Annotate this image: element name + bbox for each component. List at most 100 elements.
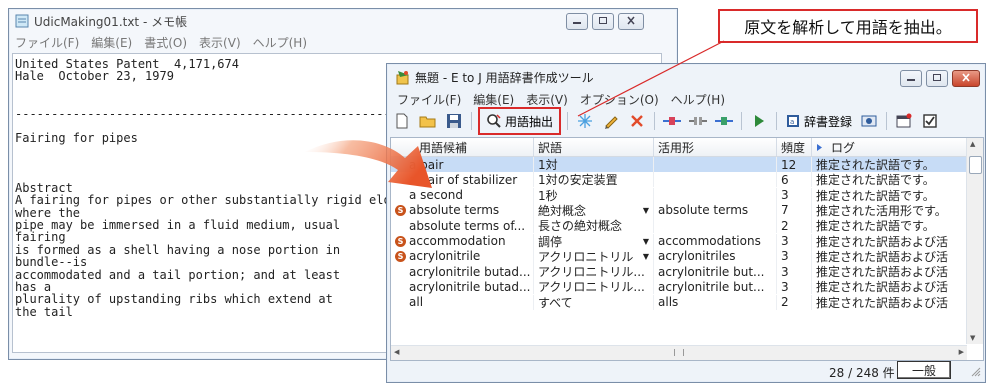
- table-row[interactable]: all すべて alls 2 推定された訳語および活: [391, 294, 983, 310]
- col-header-translation[interactable]: 訳語: [534, 138, 654, 156]
- cell-log[interactable]: 推定された訳語および活: [812, 279, 967, 295]
- maximize-button[interactable]: [592, 13, 614, 30]
- cell-frequency[interactable]: 7: [777, 202, 812, 218]
- app-menu-help[interactable]: ヘルプ(H): [665, 91, 731, 108]
- cell-conjugation[interactable]: [654, 218, 777, 234]
- table-row[interactable]: a second 1秒 3 推定された訳語です。: [391, 187, 983, 203]
- cell-log[interactable]: 推定された訳語および活: [812, 264, 967, 280]
- cell-term[interactable]: acrylonitrile butad...: [391, 279, 534, 295]
- cell-frequency[interactable]: 3: [777, 279, 812, 295]
- cell-conjugation[interactable]: accommodations: [654, 233, 777, 249]
- scroll-thumb[interactable]: [969, 156, 982, 174]
- app-titlebar[interactable]: 無題 - E to J 用語辞書作成ツール: [387, 64, 985, 90]
- checkbox-icon[interactable]: [919, 110, 941, 132]
- cell-frequency[interactable]: 3: [777, 248, 812, 264]
- cell-conjugation[interactable]: [654, 187, 777, 203]
- app-menu-edit[interactable]: 編集(E): [467, 91, 520, 108]
- status-mode[interactable]: 一般: [897, 361, 951, 379]
- scroll-down-arrow[interactable]: ▼: [970, 334, 975, 342]
- table-row[interactable]: a pair of stabilizer 1対の安定装置 6 推定された訳語です。: [391, 172, 983, 188]
- table-row[interactable]: a pair 1対 12 推定された訳語です。: [391, 157, 983, 172]
- cell-term[interactable]: a second: [391, 187, 534, 203]
- col-header-conjugation[interactable]: 活用形: [654, 138, 777, 156]
- table-row[interactable]: acrylonitrile butad... アクリロニトリル... acrylon…: [391, 279, 983, 295]
- cell-term[interactable]: absolute terms of...: [391, 218, 534, 234]
- cell-conjugation[interactable]: alls: [654, 294, 777, 310]
- save-icon[interactable]: [443, 110, 465, 132]
- menu-help[interactable]: ヘルプ(H): [247, 34, 313, 51]
- cell-conjugation[interactable]: [654, 172, 777, 188]
- app-close-button[interactable]: [952, 70, 980, 87]
- cell-frequency[interactable]: 2: [777, 294, 812, 310]
- col-header-term[interactable]: 用語候補: [391, 138, 534, 156]
- scroll-right-arrow[interactable]: ▶: [959, 348, 964, 356]
- resize-grip-icon[interactable]: [971, 366, 981, 380]
- cell-translation[interactable]: 絶対概念 ▼: [534, 202, 654, 218]
- cell-frequency[interactable]: 2: [777, 218, 812, 234]
- cell-log[interactable]: 推定された訳語です。: [812, 187, 967, 203]
- menu-view[interactable]: 表示(V): [193, 34, 247, 51]
- new-file-icon[interactable]: [391, 110, 413, 132]
- app-menu-view[interactable]: 表示(V): [520, 91, 574, 108]
- cell-translation[interactable]: 1秒: [534, 187, 654, 203]
- cell-term[interactable]: all: [391, 294, 534, 310]
- cell-log[interactable]: 推定された訳語および活: [812, 248, 967, 264]
- col-header-log[interactable]: ログ: [812, 138, 967, 156]
- open-folder-icon[interactable]: [417, 110, 439, 132]
- merge-icon[interactable]: [661, 110, 683, 132]
- cell-log[interactable]: 推定された訳語です。: [812, 218, 967, 234]
- cell-frequency[interactable]: 3: [777, 233, 812, 249]
- scroll-h-grip[interactable]: [674, 349, 684, 356]
- window-icon[interactable]: [893, 110, 915, 132]
- cell-log[interactable]: 推定された訳語です。: [812, 172, 967, 188]
- cell-conjugation[interactable]: acrylonitrile but...: [654, 264, 777, 280]
- cell-translation[interactable]: 長さの絶対概念: [534, 218, 654, 234]
- cell-log[interactable]: 推定された訳語および活: [812, 233, 967, 249]
- cell-log[interactable]: 推定された訳語および活: [812, 294, 967, 310]
- cell-term[interactable]: acrylonitrile butad...: [391, 264, 534, 280]
- play-icon[interactable]: [748, 110, 770, 132]
- cell-translation[interactable]: アクリロニトリル...: [534, 279, 654, 295]
- app-maximize-button[interactable]: [926, 70, 948, 87]
- cell-frequency[interactable]: 3: [777, 187, 812, 203]
- table-row[interactable]: acrylonitrile butad... アクリロニトリル... acrylon…: [391, 264, 983, 280]
- vertical-scrollbar[interactable]: ▲ ▼: [966, 138, 983, 344]
- table-row[interactable]: Sacrylonitrile アクリロニトリル ▼ acrylonitriles 3 推定…: [391, 248, 983, 264]
- dict-register-button[interactable]: a 辞書登録: [783, 110, 854, 132]
- cell-translation[interactable]: アクリロニトリル ▼: [534, 248, 654, 264]
- cell-conjugation[interactable]: [654, 157, 777, 172]
- dropdown-arrow-icon[interactable]: ▼: [641, 205, 651, 216]
- minimize-button[interactable]: [566, 13, 588, 30]
- scroll-up-arrow[interactable]: ▲: [970, 140, 975, 148]
- table-row[interactable]: Saccommodation 調停 ▼ accommodations 3 推定された訳語お…: [391, 233, 983, 249]
- col-header-frequency[interactable]: 頻度: [777, 138, 812, 156]
- dropdown-arrow-icon[interactable]: ▼: [641, 236, 651, 247]
- app-menu-file[interactable]: ファイル(F): [391, 91, 467, 108]
- cell-term[interactable]: a pair of stabilizer: [391, 172, 534, 188]
- cell-term[interactable]: Sacrylonitrile: [391, 248, 534, 264]
- cell-term[interactable]: Sabsolute terms: [391, 202, 534, 218]
- close-button[interactable]: [618, 13, 644, 30]
- delete-icon[interactable]: [626, 110, 648, 132]
- cell-frequency[interactable]: 12: [777, 157, 812, 172]
- cell-conjugation[interactable]: absolute terms: [654, 202, 777, 218]
- cell-frequency[interactable]: 3: [777, 264, 812, 280]
- menu-format[interactable]: 書式(O): [138, 34, 193, 51]
- dropdown-arrow-icon[interactable]: ▼: [641, 251, 651, 262]
- cell-log[interactable]: 推定された訳語です。: [812, 157, 967, 172]
- table-row[interactable]: absolute terms of... 長さの絶対概念 2 推定された訳語です。: [391, 218, 983, 234]
- split-icon[interactable]: [687, 110, 709, 132]
- cell-conjugation[interactable]: acrylonitriles: [654, 248, 777, 264]
- cell-translation[interactable]: すべて: [534, 294, 654, 310]
- scroll-left-arrow[interactable]: ◀: [394, 348, 399, 356]
- extract-terms-button[interactable]: 用語抽出: [478, 107, 562, 135]
- cell-log[interactable]: 推定された活用形です。: [812, 202, 967, 218]
- cell-frequency[interactable]: 6: [777, 172, 812, 188]
- pencil-icon[interactable]: [600, 110, 622, 132]
- app-minimize-button[interactable]: [900, 70, 922, 87]
- cell-translation[interactable]: 1対の安定装置: [534, 172, 654, 188]
- cell-translation[interactable]: アクリロニトリル...: [534, 264, 654, 280]
- connect-icon[interactable]: [713, 110, 735, 132]
- cell-translation[interactable]: 1対: [534, 157, 654, 172]
- cell-translation[interactable]: 調停 ▼: [534, 233, 654, 249]
